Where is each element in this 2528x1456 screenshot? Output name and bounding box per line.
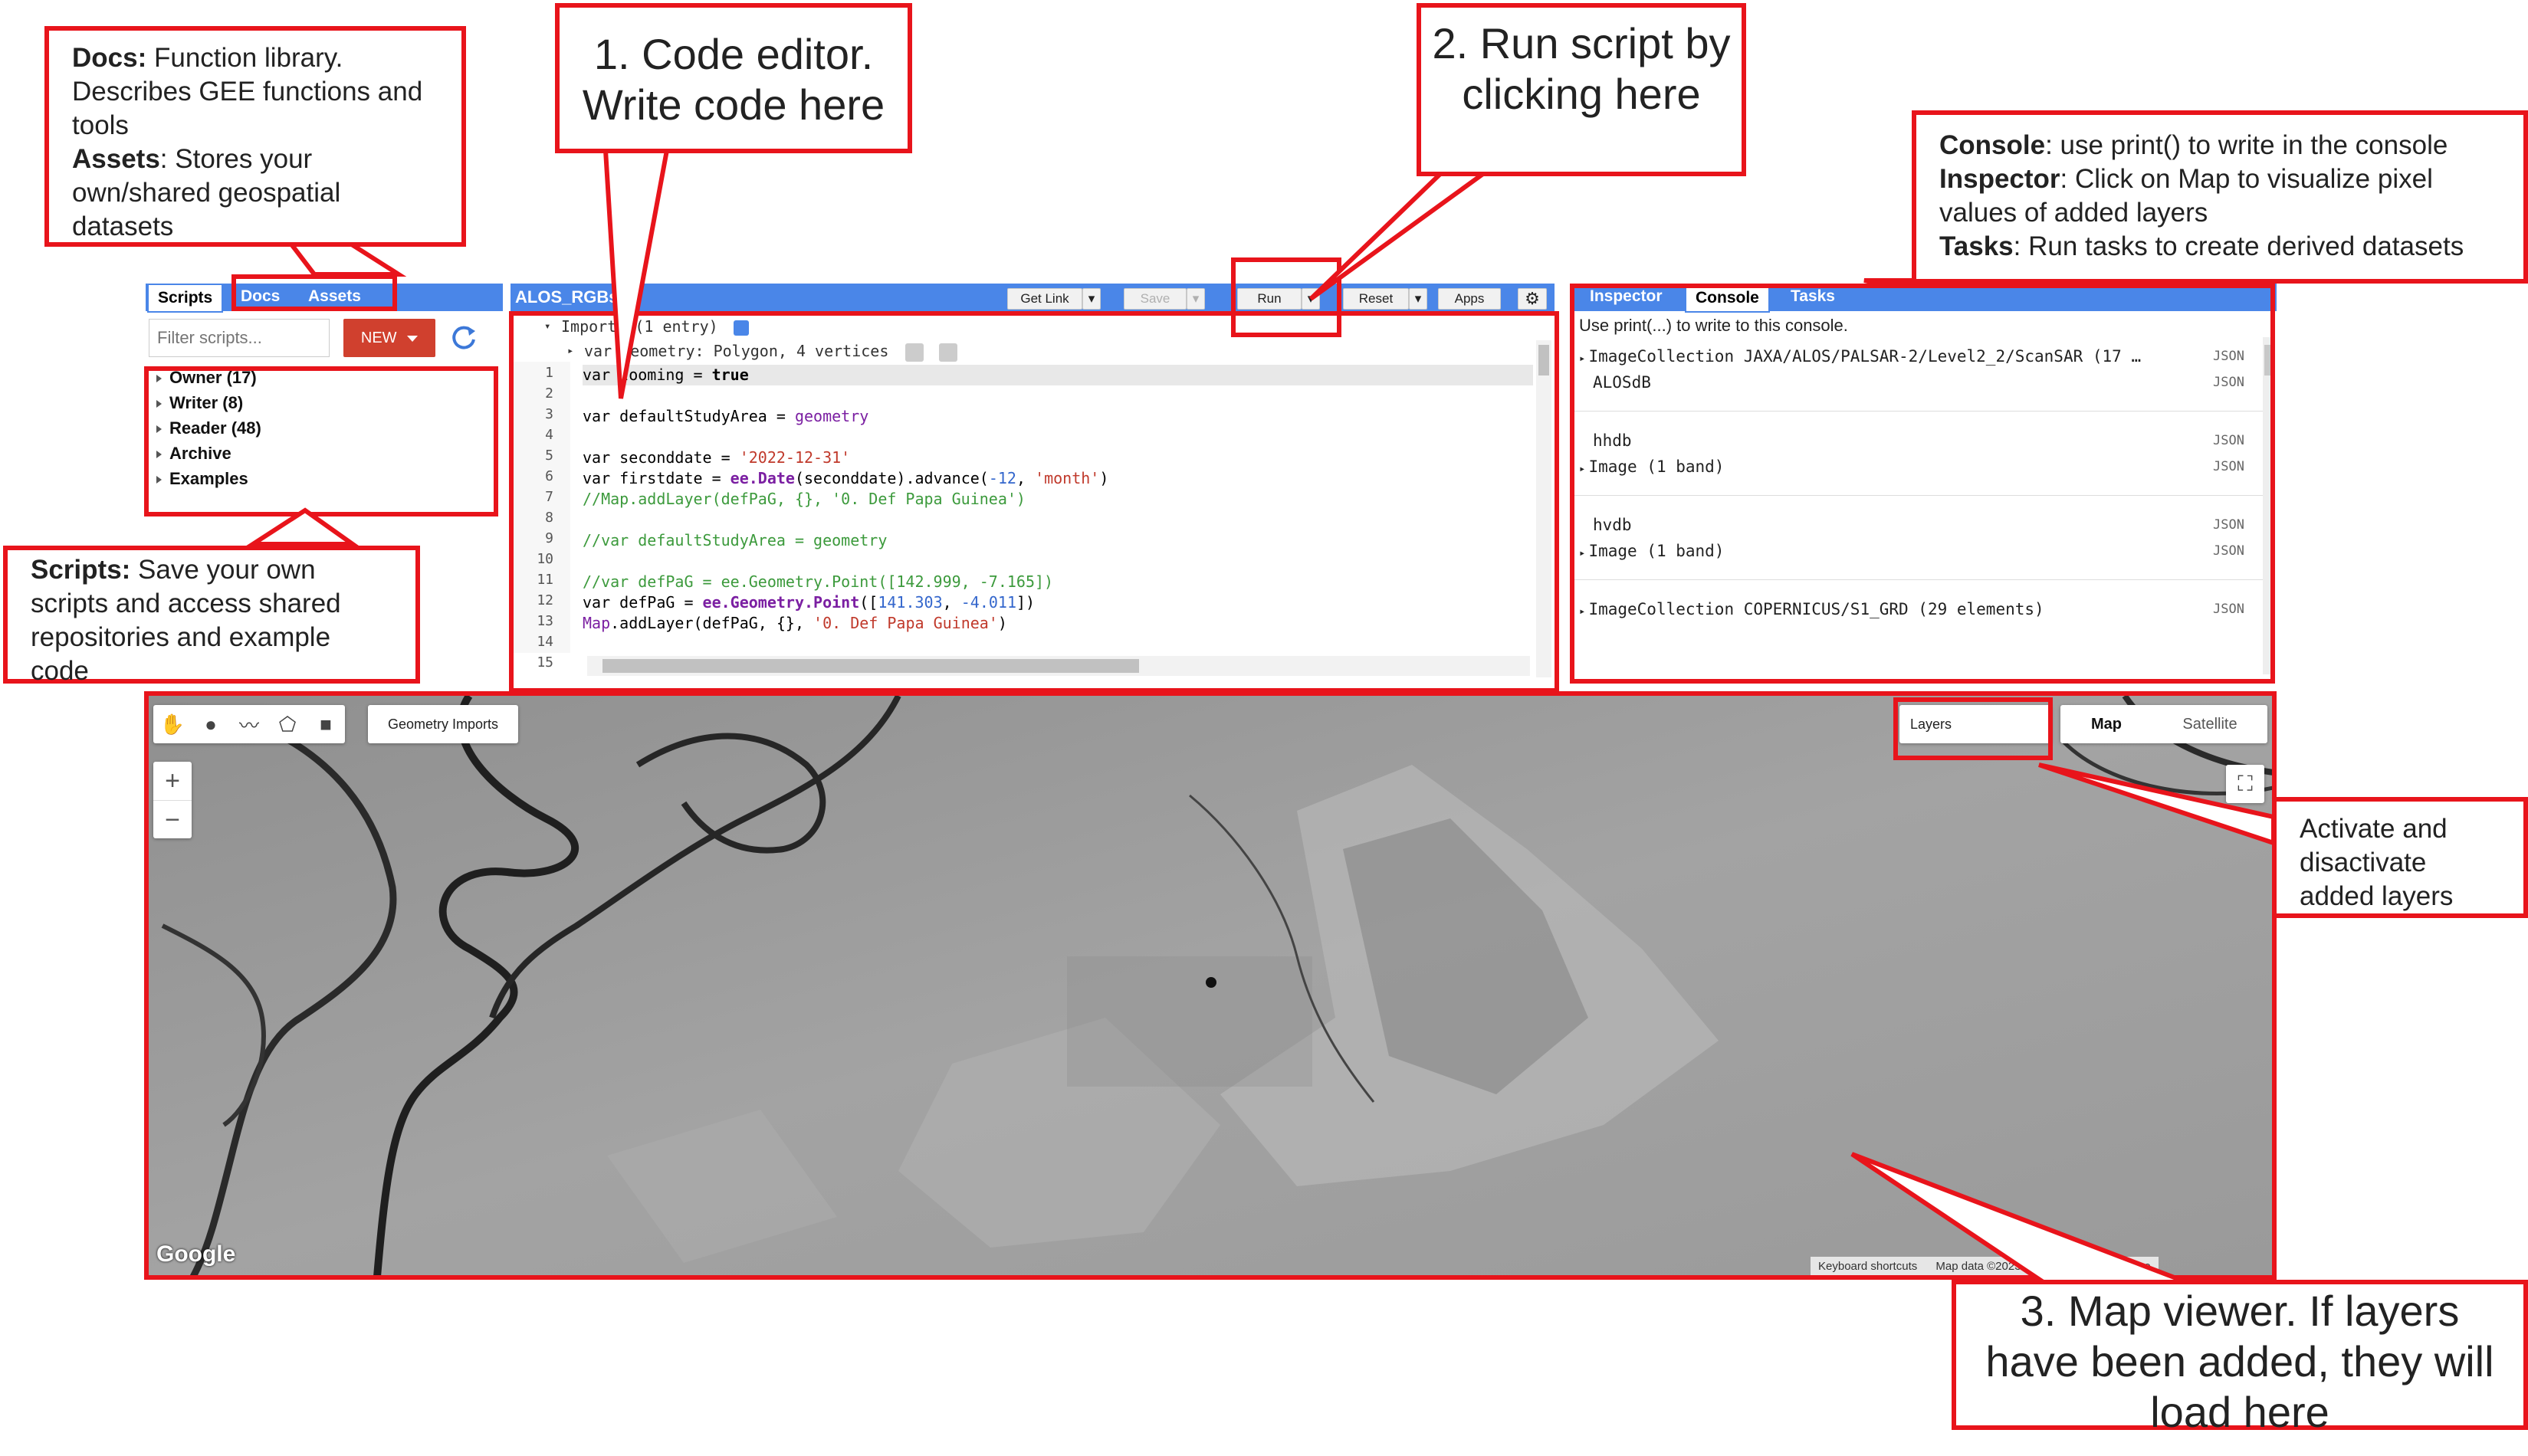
annotation-docs-text: Docs: Function library. Describes GEE fu…	[72, 43, 423, 140]
reset-dropdown[interactable]: ▾	[1409, 288, 1427, 310]
tab-scripts[interactable]: Scripts	[147, 284, 224, 313]
annotation-scripts: Scripts: Save your own scripts and acces…	[3, 546, 420, 686]
annotation-map-viewer-text: 3. Map viewer. If layers have been added…	[1985, 1287, 2494, 1436]
annotation-run-script-text: 2. Run script by clicking here	[1432, 19, 1731, 118]
annotation-scripts-text: Scripts: Save your own scripts and acces…	[31, 555, 341, 686]
highlight-scripts-tree	[144, 366, 498, 516]
highlight-console	[1570, 284, 2275, 684]
chevron-down-icon	[407, 335, 419, 342]
annotation-layers: Activate and disactivate added layers	[2272, 797, 2528, 918]
highlight-map-viewer	[144, 691, 2277, 1280]
highlight-code-editor	[509, 311, 1559, 693]
gear-icon[interactable]: ⚙	[1518, 288, 1547, 310]
save-dropdown[interactable]: ▾	[1187, 288, 1205, 310]
annotation-tasks-text: Tasks: Run tasks to create derived datas…	[1939, 231, 2464, 261]
annotation-docs-assets: Docs: Function library. Describes GEE fu…	[44, 26, 466, 247]
annotation-code-editor: 1. Code editor. Write code here	[555, 3, 912, 153]
new-script-button[interactable]: NEW	[343, 319, 435, 357]
annotation-assets-text: Assets: Stores your own/shared geospatia…	[72, 144, 341, 241]
save-button[interactable]: Save	[1124, 288, 1187, 310]
highlight-run-button	[1231, 257, 1341, 337]
editor-toolbar: ALOS_RGBs 2 Get Link ▾ Save ▾ Run ▾ Rese…	[511, 284, 1555, 311]
annotation-layers-text: Activate and disactivate added layers	[2300, 814, 2454, 911]
annotation-console-inspector-tasks: Console: use print() to write in the con…	[1912, 110, 2528, 284]
annotation-inspector-text: Inspector: Click on Map to visualize pix…	[1939, 164, 2433, 228]
annotation-run-script: 2. Run script by clicking here	[1417, 3, 1746, 176]
annotation-map-viewer: 3. Map viewer. If layers have been added…	[1952, 1280, 2528, 1436]
get-link-button[interactable]: Get Link	[1007, 288, 1082, 310]
annotation-code-editor-text: 1. Code editor. Write code here	[582, 30, 885, 129]
reset-button[interactable]: Reset	[1343, 288, 1409, 310]
filter-scripts-input[interactable]	[149, 319, 330, 357]
get-link-dropdown[interactable]: ▾	[1082, 288, 1101, 310]
highlight-docs-assets-tabs	[231, 274, 397, 311]
new-button-label: NEW	[360, 330, 397, 346]
script-name: ALOS_RGBs 2	[515, 287, 632, 307]
apps-button[interactable]: Apps	[1438, 288, 1501, 310]
annotation-console-text: Console: use print() to write in the con…	[1939, 130, 2448, 160]
refresh-icon[interactable]	[446, 320, 481, 356]
